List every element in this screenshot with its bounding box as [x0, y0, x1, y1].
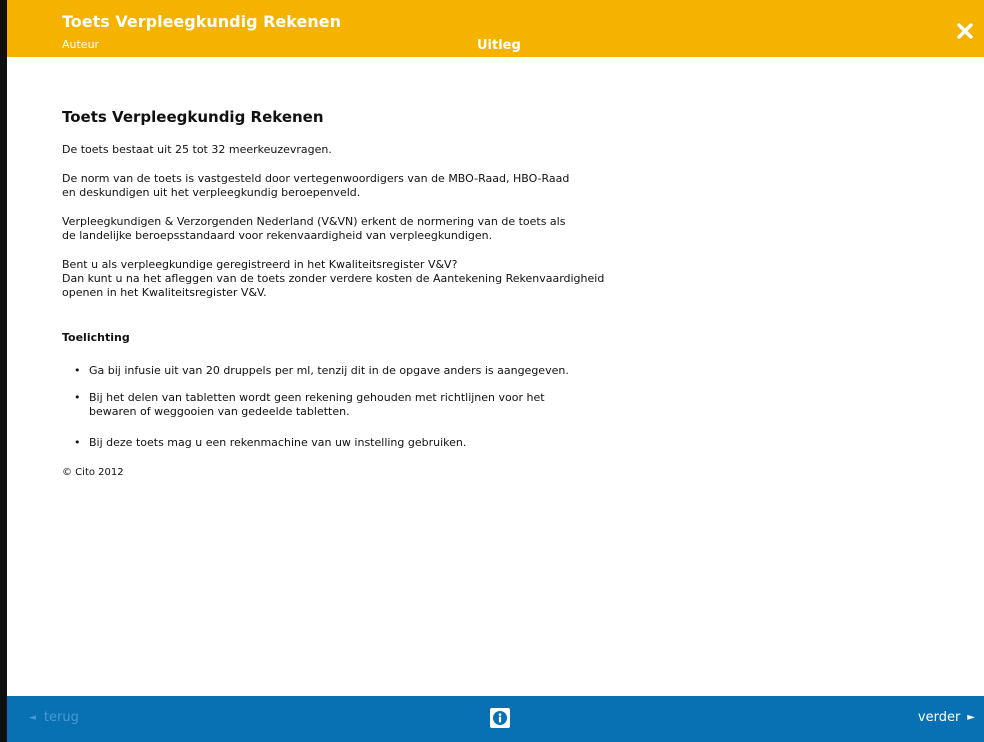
next-label: verder — [917, 710, 961, 725]
note-text: Bij het delen van tabletten wordt geen r… — [89, 391, 545, 418]
bullet: • — [74, 364, 81, 377]
notes-list: • Ga bij infusie uit van 20 druppels per … — [62, 364, 782, 450]
header-bar: Toets Verpleegkundig Rekenen Auteur Uitl… — [7, 0, 984, 57]
copyright-text: © Cito 2012 — [62, 467, 124, 478]
section-title: Uitleg — [477, 38, 521, 53]
intro-paragraph: De toets bestaat uit 25 tot 32 meerkeuze… — [62, 143, 332, 156]
info-icon — [493, 711, 507, 725]
window-frame — [0, 0, 7, 742]
info-button[interactable] — [490, 708, 510, 728]
note-text: Bij deze toets mag u een rekenmachine va… — [89, 436, 467, 449]
next-button[interactable]: verder ► — [918, 710, 975, 725]
left-arrow-icon: ◄ — [29, 713, 36, 723]
footer-bar: ◄ terug verder ► — [7, 696, 984, 742]
back-label: terug — [43, 710, 79, 725]
page-title: Toets Verpleegkundig Rekenen — [62, 108, 324, 126]
register-paragraph: Bent u als verpleegkundige geregistreerd… — [62, 258, 605, 299]
list-item: • Bij deze toets mag u een rekenmachine v… — [62, 436, 782, 450]
instructions-content: Toets Verpleegkundig Rekenen De toets be… — [62, 108, 782, 480]
close-button[interactable] — [954, 20, 976, 42]
author-label: Auteur — [62, 38, 100, 51]
list-item: • Ga bij infusie uit van 20 druppels per … — [62, 364, 782, 378]
note-text: Ga bij infusie uit van 20 druppels per m… — [89, 364, 569, 377]
bullet: • — [74, 436, 81, 449]
vvn-paragraph: Verpleegkundigen & Verzorgenden Nederlan… — [62, 215, 566, 242]
notes-heading: Toelichting — [62, 331, 130, 344]
back-button[interactable]: ◄ terug — [29, 710, 79, 725]
app-title: Toets Verpleegkundig Rekenen — [62, 12, 341, 31]
list-item: • Bij het delen van tabletten wordt geen … — [62, 391, 782, 419]
bullet: • — [74, 391, 81, 404]
right-arrow-icon: ► — [967, 712, 975, 723]
close-icon — [957, 23, 973, 39]
norm-paragraph: De norm van de toets is vastgesteld door… — [62, 172, 570, 199]
